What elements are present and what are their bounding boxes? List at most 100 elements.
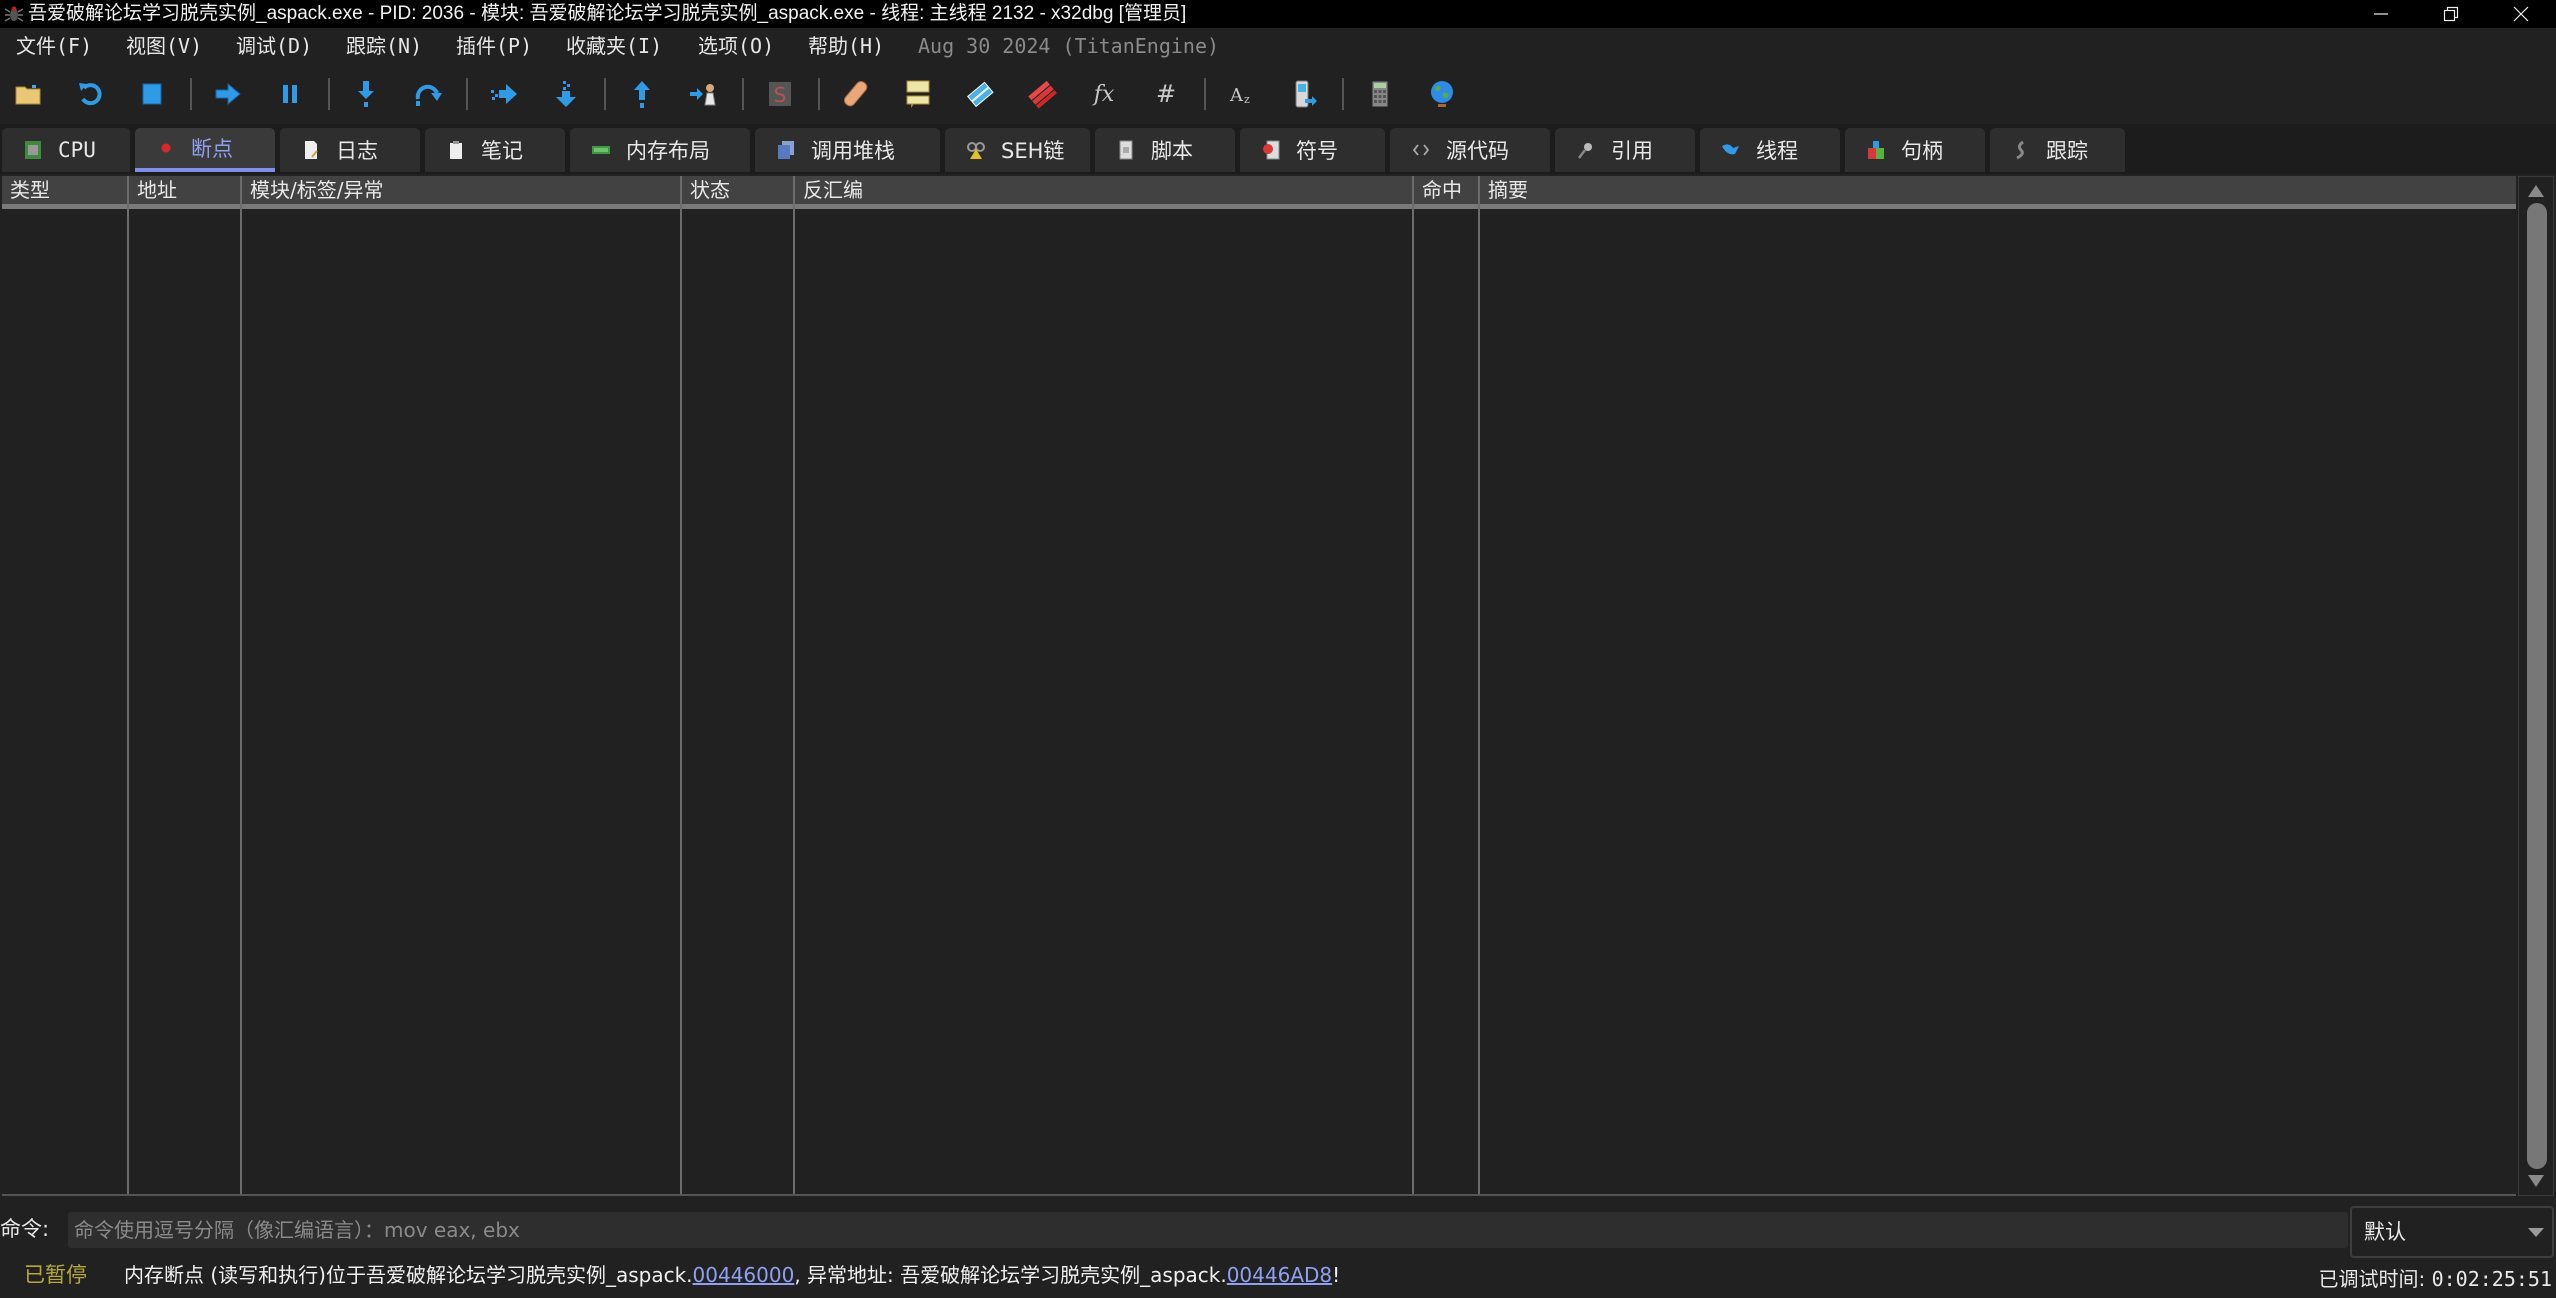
tab-memory-map[interactable]: 内存布局 — [570, 128, 750, 172]
column-divider[interactable] — [1412, 176, 1414, 1196]
tab-breakpoints[interactable]: 断点 — [135, 128, 275, 172]
svg-text:#: # — [1156, 80, 1176, 108]
tab-symbols[interactable]: 符号 — [1240, 128, 1385, 172]
menu-favourites[interactable]: 收藏夹(I) — [566, 28, 662, 64]
bookmarks-button[interactable] — [1024, 76, 1060, 112]
run-button[interactable] — [210, 76, 246, 112]
menu-view[interactable]: 视图(V) — [126, 28, 202, 64]
trace-into-button[interactable] — [486, 76, 522, 112]
restore-icon — [2443, 6, 2459, 22]
minimize-button[interactable] — [2346, 0, 2416, 28]
table-bottom-border — [2, 1194, 2516, 1196]
elapsed-time-label: 已调试时间: — [2318, 1267, 2426, 1291]
menu-options[interactable]: 选项(O) — [698, 28, 774, 64]
step-into-button[interactable] — [348, 76, 384, 112]
column-header-hits[interactable]: 命中 — [1414, 176, 1478, 204]
menu-file[interactable]: 文件(F) — [16, 28, 92, 64]
address-link[interactable]: 00446000 — [693, 1263, 795, 1287]
column-header-disassembly[interactable]: 反汇编 — [795, 176, 1412, 204]
column-header-type[interactable]: 类型 — [2, 176, 127, 204]
command-label: 命令: — [0, 1217, 50, 1241]
attach-device-button[interactable] — [1286, 76, 1322, 112]
restart-icon — [79, 83, 102, 106]
minimize-icon — [2374, 13, 2388, 15]
svg-text:S: S — [774, 83, 787, 107]
command-mode-value: 默认 — [2364, 1220, 2406, 1244]
vertical-scrollbar[interactable] — [2518, 176, 2554, 1196]
pause-button[interactable] — [272, 76, 308, 112]
comments-button[interactable] — [900, 76, 936, 112]
folder-icon — [15, 85, 41, 105]
trace-over-button[interactable] — [548, 76, 584, 112]
column-header-state[interactable]: 状态 — [682, 176, 793, 204]
restore-button[interactable] — [2416, 0, 2486, 28]
stop-button[interactable] — [134, 76, 170, 112]
open-button[interactable] — [10, 76, 46, 112]
variables-button[interactable]: # — [1148, 76, 1184, 112]
menu-help[interactable]: 帮助(H) — [808, 28, 884, 64]
tab-source[interactable]: 源代码 — [1390, 128, 1550, 172]
toolbar-separator — [742, 78, 744, 110]
column-header-module-label-exception[interactable]: 模块/标签/异常 — [242, 176, 680, 204]
tab-script[interactable]: 脚本 — [1095, 128, 1235, 172]
menu-debug[interactable]: 调试(D) — [236, 28, 312, 64]
exception-address-link[interactable]: 00446AD8 — [1227, 1263, 1332, 1287]
strings-az-icon: Az — [1229, 85, 1250, 106]
globe-icon — [1431, 81, 1453, 107]
tab-notes[interactable]: 笔记 — [425, 128, 565, 172]
tab-log[interactable]: 日志 — [280, 128, 420, 172]
scylla-icon: S — [769, 82, 791, 107]
command-mode-select[interactable]: 默认 — [2350, 1206, 2554, 1258]
column-header-summary[interactable]: 摘要 — [1480, 176, 2510, 204]
restart-button[interactable] — [72, 76, 108, 112]
status-message: 内存断点 (读写和执行)位于吾爱破解论坛学习脱壳实例_aspack.004460… — [124, 1256, 1340, 1294]
menu-trace[interactable]: 跟踪(N) — [346, 28, 422, 64]
close-icon — [2513, 6, 2529, 22]
scroll-down-arrow-icon[interactable] — [2528, 1175, 2544, 1187]
tab-cpu[interactable]: CPU — [2, 128, 130, 172]
breakpoints-table[interactable]: 类型 地址 模块/标签/异常 状态 反汇编 命中 摘要 — [2, 176, 2516, 1196]
close-button[interactable] — [2486, 0, 2556, 28]
column-divider[interactable] — [240, 176, 242, 1196]
scroll-up-arrow-icon[interactable] — [2528, 185, 2544, 197]
run-to-user-code-button[interactable] — [686, 76, 722, 112]
column-divider[interactable] — [680, 176, 682, 1196]
svg-text:fx: fx — [1092, 82, 1115, 107]
tab-call-stack[interactable]: 调用堆栈 — [755, 128, 940, 172]
tab-trace[interactable]: 跟踪 — [1990, 128, 2125, 172]
tab-seh-chain[interactable]: SEH链 — [945, 128, 1090, 172]
column-divider[interactable] — [793, 176, 795, 1196]
scrollbar-thumb[interactable] — [2527, 203, 2547, 1169]
command-input[interactable] — [68, 1212, 2348, 1248]
column-divider[interactable] — [1478, 176, 1480, 1196]
toolbar-separator — [604, 78, 606, 110]
tab-handles[interactable]: 句柄 — [1845, 128, 1985, 172]
step-into-icon — [358, 81, 374, 107]
toolbar-separator — [1342, 78, 1344, 110]
tab-label: 断点 — [191, 137, 233, 161]
step-over-button[interactable] — [410, 76, 446, 112]
toolbar-separator — [328, 78, 330, 110]
functions-button[interactable]: fx — [1086, 76, 1122, 112]
elapsed-time-value: 0:02:25:51 — [2431, 1267, 2552, 1291]
patches-button[interactable] — [838, 76, 874, 112]
strings-button[interactable]: Az — [1224, 76, 1260, 112]
tab-threads[interactable]: 线程 — [1700, 128, 1840, 172]
online-help-button[interactable] — [1424, 76, 1460, 112]
labels-button[interactable] — [962, 76, 998, 112]
seh-icon — [965, 139, 987, 161]
status-message-suffix: ! — [1332, 1263, 1341, 1287]
menu-plugins[interactable]: 插件(P) — [456, 28, 532, 64]
tab-label: 脚本 — [1151, 139, 1193, 163]
tab-references[interactable]: 引用 — [1555, 128, 1695, 172]
breakpoint-dot-icon — [155, 137, 177, 159]
step-out-button[interactable] — [624, 76, 660, 112]
tab-label: CPU — [58, 138, 96, 162]
bandage-icon — [843, 80, 868, 107]
scylla-button[interactable]: S — [762, 76, 798, 112]
status-message-middle: , 异常地址: 吾爱破解论坛学习脱壳实例_aspack. — [794, 1263, 1227, 1287]
log-icon — [300, 139, 322, 161]
calculator-button[interactable] — [1362, 76, 1398, 112]
column-header-address[interactable]: 地址 — [129, 176, 240, 204]
column-divider[interactable] — [127, 176, 129, 1196]
